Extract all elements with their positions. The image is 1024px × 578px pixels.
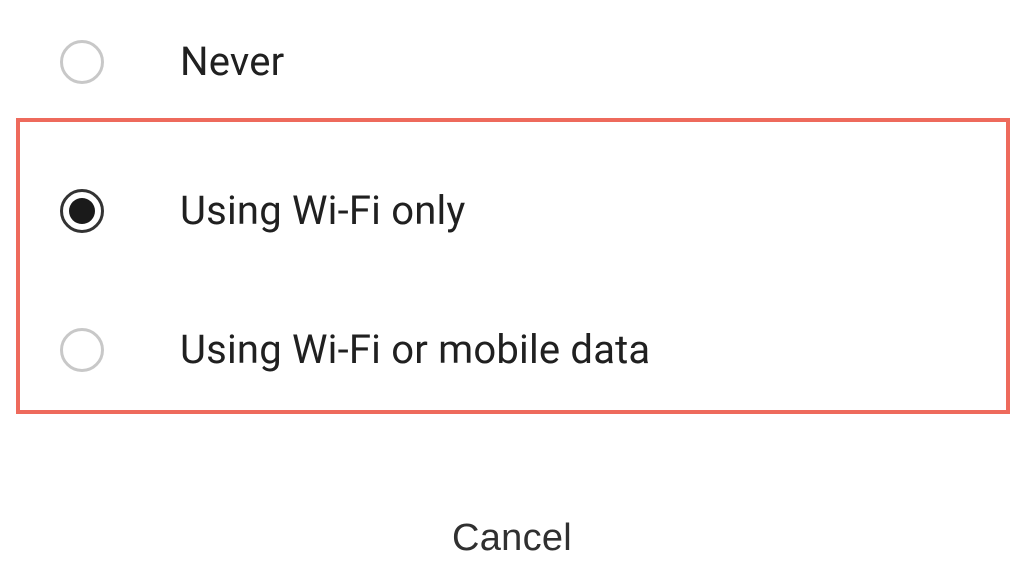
radio-icon [60, 40, 104, 84]
option-wifi-only[interactable]: Using Wi-Fi only [0, 157, 1024, 264]
option-label: Using Wi-Fi only [180, 187, 466, 234]
radio-icon [60, 189, 104, 233]
radio-icon [60, 328, 104, 372]
cancel-row: Cancel [0, 517, 1024, 560]
option-never[interactable]: Never [0, 8, 1024, 115]
radio-options-list: Never Using Wi-Fi only Using Wi-Fi or mo… [0, 0, 1024, 403]
cancel-button[interactable]: Cancel [452, 517, 572, 560]
option-wifi-or-mobile[interactable]: Using Wi-Fi or mobile data [0, 296, 1024, 403]
option-label: Using Wi-Fi or mobile data [180, 326, 650, 373]
option-label: Never [180, 38, 284, 85]
